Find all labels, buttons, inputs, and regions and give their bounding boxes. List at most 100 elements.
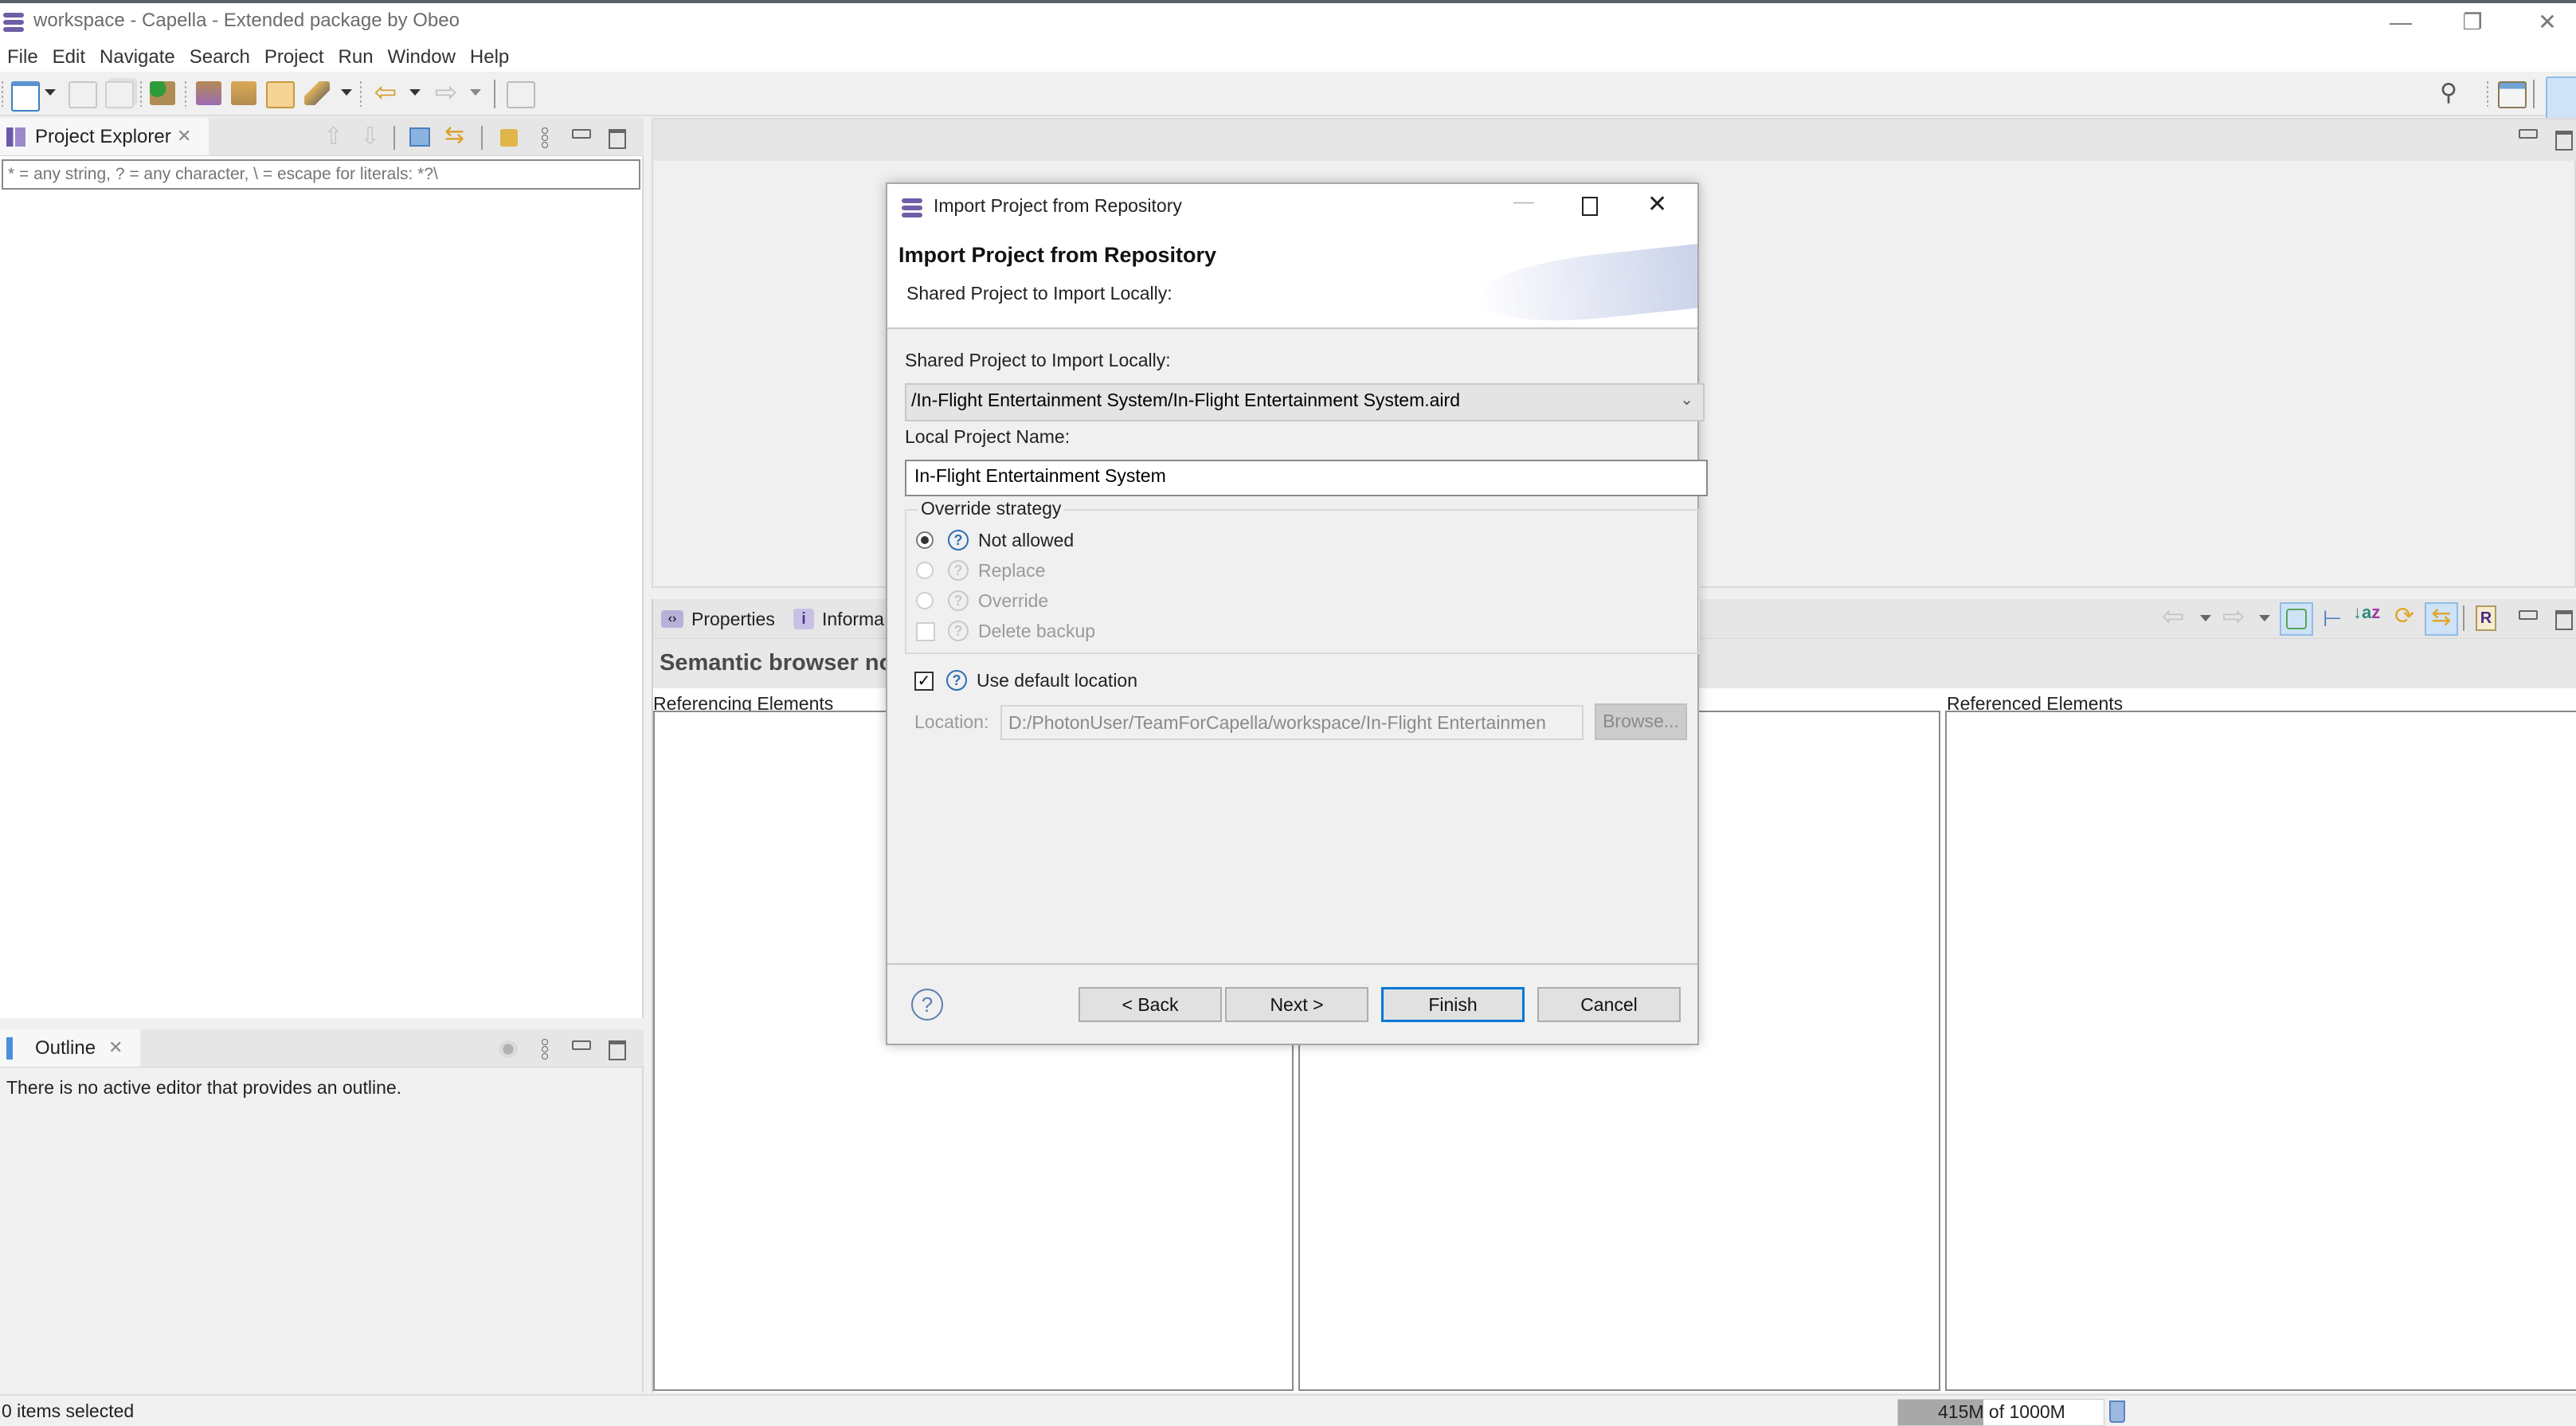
dialog-maximize-button[interactable] — [1582, 197, 1598, 216]
dialog-header-description: Shared Project to Import Locally: — [906, 283, 1173, 304]
tab-project-explorer[interactable]: Project Explorer ✕ — [0, 118, 209, 155]
menu-project[interactable]: Project — [257, 43, 331, 72]
outline-filter-icon[interactable] — [499, 1040, 518, 1058]
capella-model-icon[interactable] — [231, 81, 256, 105]
view-menu-icon[interactable] — [542, 1039, 548, 1060]
move-down-icon[interactable]: ⇩ — [360, 123, 380, 151]
dialog-minimize-button[interactable]: — — [1513, 189, 1534, 214]
move-up-icon[interactable]: ⇧ — [323, 123, 343, 151]
use-default-location-checkbox[interactable]: ✓ — [914, 672, 934, 691]
new-wizard-icon[interactable] — [11, 81, 40, 112]
tab-properties[interactable]: Properties — [691, 609, 775, 630]
tree-layout-icon[interactable]: ⊢ — [2323, 605, 2342, 632]
local-project-name-input[interactable]: In-Flight Entertainment System — [905, 460, 1708, 496]
sort-alphabetically-icon[interactable]: ↓az — [2353, 602, 2380, 623]
capella-perspective-icon[interactable] — [2546, 76, 2576, 123]
dialog-close-button[interactable]: ✕ — [1647, 190, 1667, 218]
dialog-header-title: Import Project from Repository — [898, 243, 1217, 267]
report-icon[interactable]: R — [2476, 605, 2496, 631]
delete-backup-checkbox[interactable] — [916, 622, 935, 641]
collapse-all-icon[interactable] — [409, 127, 430, 147]
menu-edit[interactable]: Edit — [45, 43, 92, 72]
restore-button[interactable]: ❐ — [2449, 6, 2496, 38]
project-explorer-filter-input[interactable] — [2, 159, 640, 190]
toolbar-divider — [2533, 80, 2535, 108]
toolbar-separator — [185, 81, 186, 107]
use-default-location-label: Use default location — [977, 670, 1138, 691]
refresh-icon[interactable]: ⟳ — [2394, 602, 2414, 630]
back-button[interactable]: < Back — [1079, 987, 1222, 1022]
browser-back-dropdown-icon[interactable] — [2200, 615, 2211, 621]
help-icon[interactable]: ? — [948, 530, 969, 550]
minimize-view-icon[interactable] — [2519, 610, 2538, 620]
back-dropdown-icon[interactable] — [409, 89, 421, 96]
menu-run[interactable]: Run — [331, 43, 381, 72]
browser-forward-dropdown-icon[interactable] — [2259, 615, 2270, 621]
window-title: workspace - Capella - Extended package b… — [33, 10, 460, 31]
link-selection-toggle[interactable]: ⇆ — [2425, 602, 2458, 636]
pen-dropdown-icon[interactable] — [341, 89, 352, 96]
minimize-view-icon[interactable] — [572, 1040, 591, 1050]
radio-not-allowed[interactable] — [916, 531, 934, 549]
tab-information[interactable]: Informa — [822, 609, 884, 630]
view-menu-icon[interactable] — [542, 127, 548, 148]
outline-view: Outline ✕ There is no active editor that… — [0, 1029, 644, 1393]
close-project-explorer-icon[interactable]: ✕ — [177, 126, 191, 147]
garbage-collect-icon[interactable] — [2109, 1401, 2125, 1423]
help-icon: ? — [948, 590, 969, 611]
tab-outline[interactable]: Outline ✕ — [0, 1029, 140, 1067]
heap-status[interactable]: 415M of 1000M — [1897, 1399, 2104, 1426]
radio-replace[interactable] — [916, 562, 934, 579]
maximize-editor-icon[interactable] — [2555, 131, 2573, 151]
run-icon[interactable] — [150, 81, 175, 105]
open-perspective-icon[interactable] — [2498, 81, 2527, 108]
menu-help[interactable]: Help — [463, 43, 516, 72]
menu-search[interactable]: Search — [182, 43, 257, 72]
save-all-icon[interactable] — [105, 81, 134, 108]
menu-file[interactable]: File — [0, 43, 45, 72]
minimize-editor-icon[interactable] — [2519, 129, 2538, 139]
referenced-elements-list[interactable] — [1945, 711, 2576, 1391]
capella-project-icon[interactable] — [196, 81, 221, 105]
close-window-button[interactable]: ✕ — [2523, 6, 2571, 38]
help-icon[interactable]: ? — [946, 670, 967, 691]
search-icon[interactable]: ⚲ — [2436, 81, 2461, 105]
edit-icon[interactable] — [507, 81, 535, 108]
lock-icon[interactable] — [500, 129, 518, 147]
maximize-view-icon[interactable] — [609, 129, 626, 149]
outline-tabbar: Outline ✕ — [0, 1029, 644, 1068]
finish-button[interactable]: Finish — [1381, 987, 1525, 1022]
outline-title: Outline — [35, 1037, 96, 1059]
browser-forward-icon[interactable]: ⇨ — [2222, 601, 2245, 633]
override-strategy-label: Override strategy — [918, 498, 1065, 519]
back-arrow-icon[interactable]: ⇦ — [373, 79, 398, 106]
menu-navigate[interactable]: Navigate — [92, 43, 182, 72]
hierarchy-view-toggle[interactable] — [2280, 602, 2313, 636]
minimize-button[interactable]: — — [2377, 6, 2425, 38]
maximize-view-icon[interactable] — [609, 1040, 626, 1060]
browser-back-icon[interactable]: ⇦ — [2162, 601, 2185, 633]
cancel-button[interactable]: Cancel — [1537, 987, 1681, 1022]
shared-project-select[interactable]: /In-Flight Entertainment System/In-Fligh… — [905, 383, 1705, 421]
menu-window[interactable]: Window — [381, 43, 463, 72]
save-icon[interactable] — [69, 81, 97, 108]
pen-icon[interactable] — [304, 81, 330, 105]
maximize-view-icon[interactable] — [2555, 610, 2573, 630]
link-with-editor-icon[interactable]: ⇆ — [444, 121, 464, 149]
forward-arrow-icon[interactable]: ⇨ — [433, 79, 459, 106]
location-input[interactable]: D:/PhotonUser/TeamForCapella/workspace/I… — [1000, 705, 1584, 740]
forward-dropdown-icon[interactable] — [470, 89, 481, 96]
heap-usage-text: 415M of 1000M — [1938, 1401, 2065, 1422]
browse-button[interactable]: Browse... — [1595, 703, 1687, 740]
radio-override[interactable] — [916, 592, 934, 609]
dialog-help-icon[interactable]: ? — [911, 989, 943, 1021]
menu-bar: File Edit Navigate Search Project Run Window He… — [0, 43, 2576, 72]
replace-label: Replace — [978, 560, 1046, 581]
next-button[interactable]: Next > — [1225, 987, 1368, 1022]
view-toolbar-divider — [393, 126, 395, 150]
new-dropdown-icon[interactable] — [45, 89, 56, 96]
close-outline-icon[interactable]: ✕ — [108, 1037, 123, 1058]
selection-status: 0 items selected — [2, 1401, 135, 1421]
open-folder-icon[interactable] — [266, 81, 295, 108]
minimize-view-icon[interactable] — [572, 129, 591, 139]
